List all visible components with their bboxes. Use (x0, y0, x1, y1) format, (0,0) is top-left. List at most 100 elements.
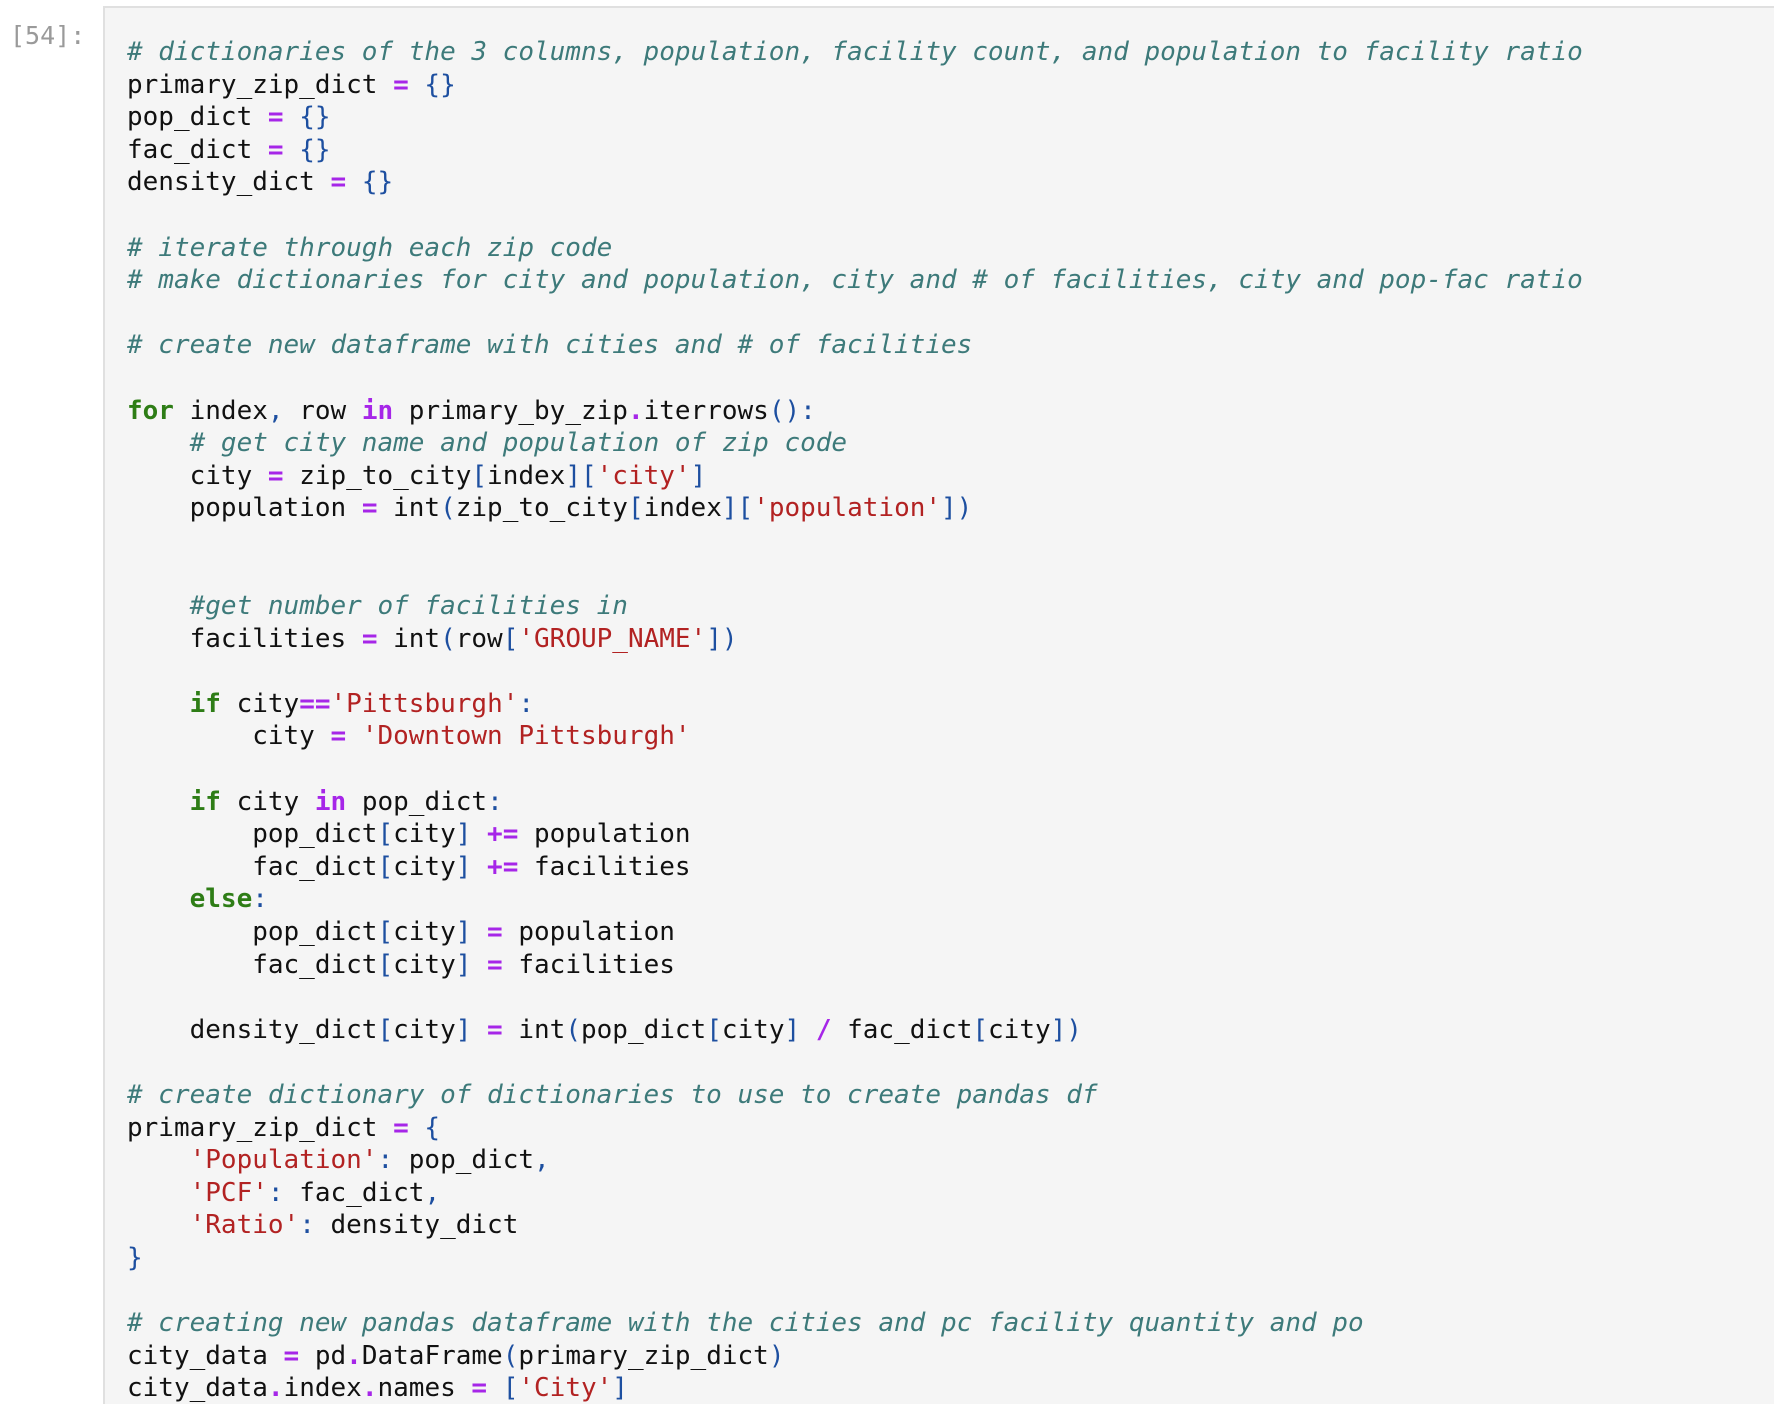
code-line: density_dict = {} (127, 166, 1583, 199)
code-token: [ (377, 851, 394, 882)
code-token: [ (706, 1014, 722, 1045)
code-token: index (283, 1373, 362, 1404)
code-cell[interactable]: # dictionaries of the 3 columns, populat… (103, 6, 1774, 1404)
code-token: ] (455, 819, 472, 850)
code-token: # creating new pandas dataframe with the… (127, 1308, 1364, 1339)
code-line: # dictionaries of the 3 columns, populat… (127, 36, 1583, 69)
code-token: = (361, 493, 378, 524)
code-token: += (487, 819, 519, 850)
code-token: . (267, 1373, 284, 1404)
code-token: fac_dict (283, 1177, 425, 1208)
code-line: #get number of facilities in (127, 590, 1583, 623)
code-token: int (377, 493, 441, 524)
code-token: += (487, 851, 519, 882)
code-token: . (361, 1373, 378, 1404)
code-token: (): (768, 395, 816, 426)
code-token: = (267, 102, 284, 133)
code-token: 'City' (518, 1373, 613, 1404)
code-token: for (127, 395, 174, 426)
code-token: city (127, 460, 268, 491)
code-token: #get number of facilities in (189, 591, 628, 622)
code-token: index (487, 460, 566, 491)
code-token: ] (455, 851, 472, 882)
code-token: {} (424, 69, 456, 100)
code-token: [ (377, 917, 394, 948)
notebook: [54]: # dictionaries of the 3 columns, p… (0, 0, 1774, 1404)
code-token: iterrows (643, 395, 769, 426)
code-token: ] (455, 917, 472, 948)
code-token: fac_dict (127, 949, 378, 980)
code-line: if city in pop_dict: (127, 786, 1583, 819)
code-token: city (393, 917, 456, 948)
code-token: 'population' (753, 493, 942, 524)
code-token: [ (502, 623, 519, 654)
code-token: = (283, 1340, 300, 1371)
code-token: ( (440, 623, 456, 654)
code-token: pop_dict (346, 786, 488, 817)
code-token: city_data (127, 1340, 284, 1371)
code-line: for index, row in primary_by_zip.iterrow… (127, 395, 1583, 428)
code-token: ( (502, 1340, 519, 1371)
code-token: population (502, 917, 675, 948)
code-token: city (220, 786, 315, 817)
code-line: } (127, 1242, 1583, 1275)
code-line: 'Population': pop_dict, (127, 1144, 1583, 1177)
code-token: {} (361, 167, 394, 198)
code-token: row (283, 395, 362, 426)
code-token: ] (690, 460, 707, 491)
code-token: == (299, 688, 331, 719)
code-line: # create new dataframe with cities and #… (127, 329, 1583, 362)
code-token: 'city' (596, 460, 691, 491)
code-line: city_data.index.names = ['City'] (127, 1372, 1583, 1404)
code-token: primary_zip_dict (518, 1340, 769, 1371)
code-token: = (393, 69, 409, 100)
code-token: city (220, 688, 300, 719)
code-token: density_dict (314, 1210, 519, 1241)
code-token: pop_dict (580, 1014, 707, 1045)
code-token: pop_dict (393, 1145, 535, 1176)
code-token: # dictionaries of the 3 columns, populat… (127, 37, 1583, 67)
code-token: city (127, 721, 331, 752)
code-token: in (314, 786, 347, 817)
code-line: city = 'Downtown Pittsburgh' (127, 720, 1583, 753)
code-token: fac_dict (127, 851, 378, 882)
code-token: = (267, 134, 284, 165)
code-token: [ (627, 493, 644, 524)
code-token: primary_zip_dict (127, 69, 394, 100)
code-line: primary_zip_dict = {} (127, 69, 1583, 102)
code-token: { (424, 1112, 441, 1143)
code-line: fac_dict = {} (127, 134, 1583, 167)
code-token: # create dictionary of dictionaries to u… (127, 1080, 1098, 1110)
code-token: = (361, 623, 378, 654)
code-token: = (393, 1112, 409, 1143)
code-token: : (252, 884, 268, 915)
code-token: density_dict (127, 167, 331, 198)
code-token: ) (768, 1340, 785, 1371)
code-token: city (393, 819, 456, 850)
code-token: else (189, 884, 253, 915)
code-token: # iterate through each zip code (127, 232, 613, 263)
code-line: population = int(zip_to_city[index]['pop… (127, 492, 1583, 525)
code-editor[interactable]: # dictionaries of the 3 columns, populat… (105, 36, 1583, 1404)
code-token: [ (972, 1014, 989, 1045)
code-token: population (518, 819, 691, 850)
code-token: , (534, 1145, 550, 1176)
code-token: ]) (706, 623, 738, 654)
code-token: pop_dict (127, 819, 378, 850)
